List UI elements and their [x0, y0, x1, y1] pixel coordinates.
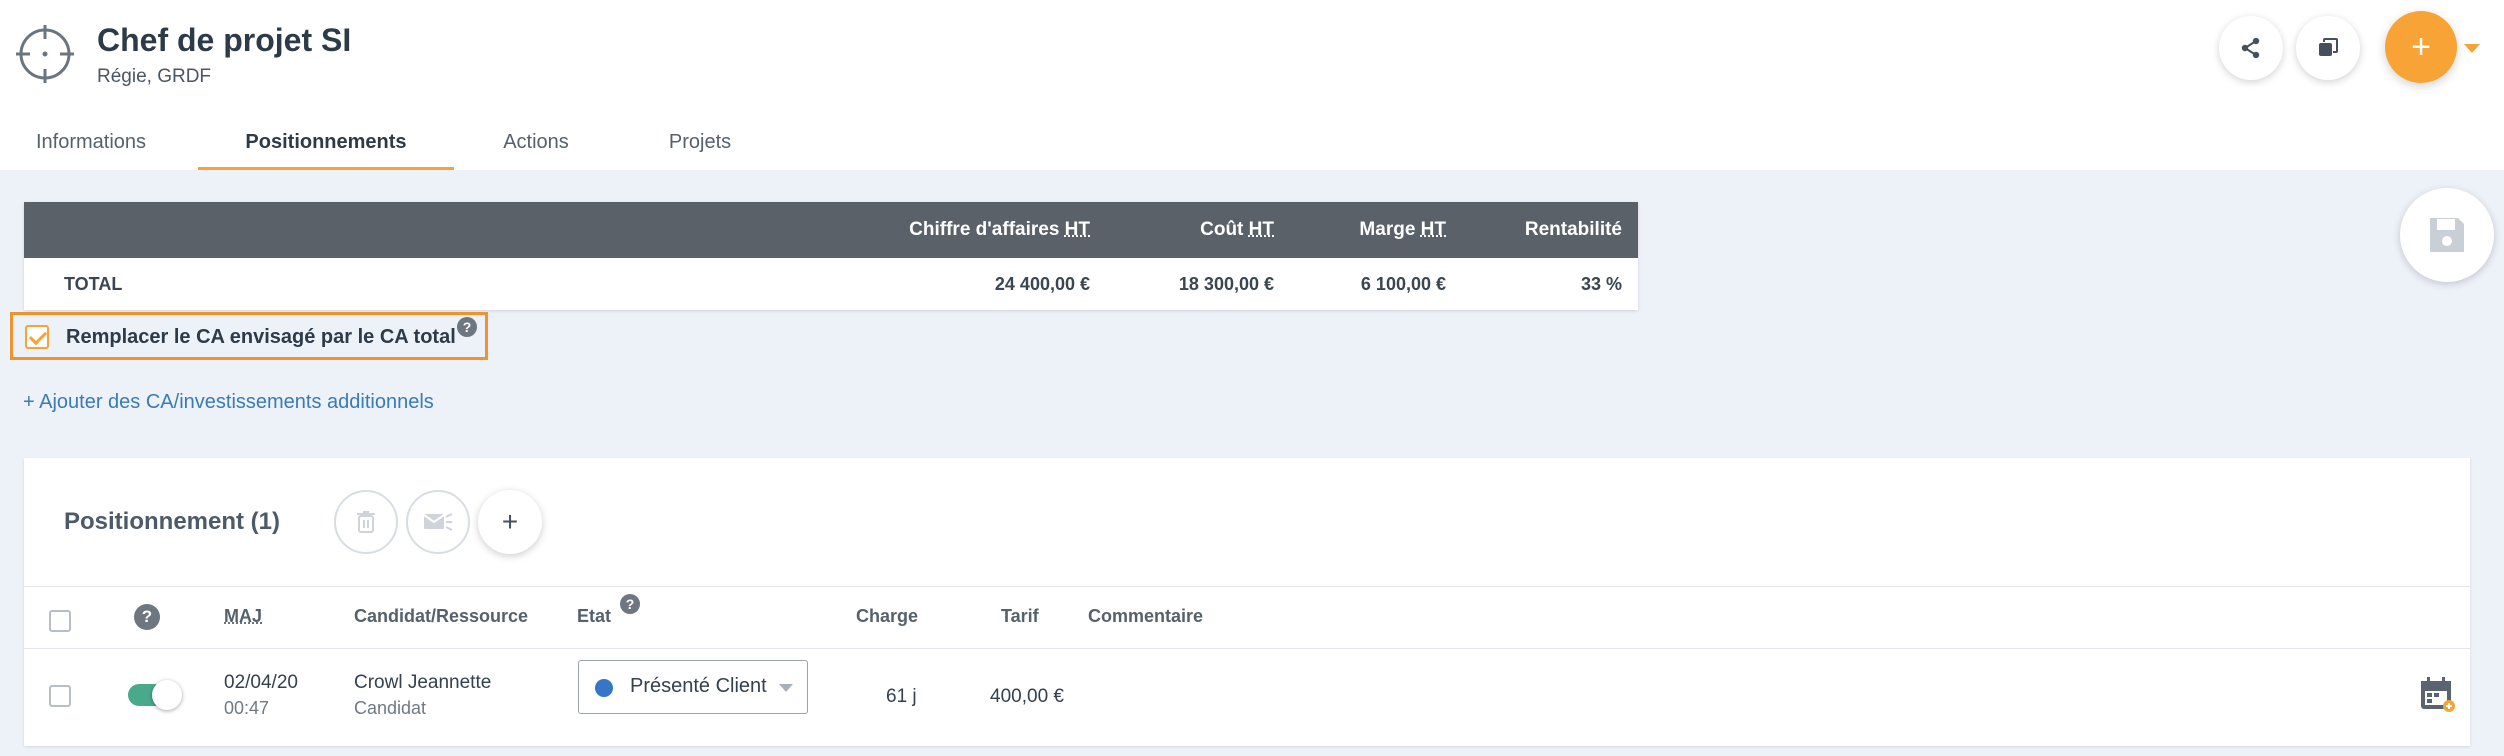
duplicate-button[interactable]: [2296, 16, 2360, 80]
create-dropdown-caret-icon[interactable]: [2464, 44, 2480, 53]
chevron-down-icon: [779, 684, 793, 692]
replace-ca-checkbox[interactable]: [25, 325, 49, 349]
copy-icon: [2319, 38, 2338, 56]
page-header: Chef de projet SI Régie, GRDF + Informat…: [0, 0, 2504, 170]
total-cout: 18 300,00 €: [1178, 274, 1274, 294]
crosshair-icon: [16, 25, 74, 83]
col-tarif[interactable]: Tarif: [1001, 606, 1039, 627]
row-checkbox[interactable]: [49, 685, 71, 707]
etat-select[interactable]: Présenté Client: [578, 660, 808, 714]
tab-informations[interactable]: Informations: [0, 120, 182, 170]
add-positionnement-button[interactable]: +: [478, 490, 542, 554]
trash-icon: [357, 511, 375, 533]
toggle-knob: [152, 680, 182, 710]
col-rentabilite: Rentabilité: [1524, 219, 1622, 240]
send-email-button[interactable]: [406, 490, 470, 554]
col-candidat[interactable]: Candidat/Ressource: [354, 606, 528, 627]
divider: [24, 586, 2470, 587]
total-marge: 6 100,00 €: [1360, 274, 1446, 294]
col-maj[interactable]: MAJ: [224, 606, 262, 627]
delete-button[interactable]: [334, 490, 398, 554]
add-additional-ca-link[interactable]: + Ajouter des CA/investissements additio…: [23, 391, 434, 414]
candidate-name-link[interactable]: Crowl Jeannette: [354, 672, 491, 694]
financial-summary-table: Chiffre d'affaires HT Coût HT Marge HT R…: [24, 202, 1638, 310]
etat-value: Présenté Client: [630, 675, 767, 697]
help-icon[interactable]: ?: [457, 317, 477, 337]
replace-ca-label[interactable]: Remplacer le CA envisagé par le CA total: [66, 326, 456, 349]
page-subtitle: Régie, GRDF: [97, 66, 212, 87]
col-commentaire[interactable]: Commentaire: [1088, 606, 1203, 627]
row-tarif: 400,00 €: [990, 686, 1064, 707]
active-toggle[interactable]: [128, 680, 182, 710]
help-icon[interactable]: ?: [620, 594, 640, 614]
replace-ca-option: Remplacer le CA envisagé par le CA total…: [10, 312, 488, 360]
create-button[interactable]: +: [2385, 11, 2457, 83]
tab-positionnements[interactable]: Positionnements: [198, 120, 454, 170]
status-dot-icon: [595, 679, 613, 697]
select-all-checkbox[interactable]: [49, 610, 71, 632]
col-chiffre-affaires: Chiffre d'affaires HT: [909, 219, 1090, 240]
total-ca: 24 400,00 €: [994, 274, 1090, 294]
page-title: Chef de projet SI: [97, 22, 352, 58]
row-time: 00:47: [224, 698, 270, 718]
divider: [24, 648, 2470, 649]
tab-actions[interactable]: Actions: [470, 120, 602, 170]
total-rentabilite: 33 %: [1580, 274, 1622, 294]
help-icon[interactable]: ?: [134, 604, 160, 630]
row-date: 02/04/20: [224, 672, 298, 693]
save-button[interactable]: [2400, 188, 2494, 282]
floppy-disk-icon: [2430, 218, 2464, 252]
share-icon: [2241, 37, 2260, 59]
email-send-icon: [423, 513, 453, 531]
tab-projets[interactable]: Projets: [630, 120, 770, 170]
total-label: TOTAL: [64, 274, 123, 294]
col-marge: Marge HT: [1359, 219, 1446, 240]
share-button[interactable]: [2219, 16, 2283, 80]
positionnement-title: Positionnement (1): [64, 508, 281, 535]
col-cout: Coût HT: [1200, 219, 1274, 240]
calendar-action-icon[interactable]: [2418, 674, 2458, 714]
positionnement-card: Positionnement (1) + ? MAJ Candidat/Ress…: [24, 458, 2470, 746]
row-charge: 61 j: [886, 686, 917, 707]
candidate-type: Candidat: [354, 698, 427, 718]
col-charge[interactable]: Charge: [856, 606, 918, 627]
col-etat[interactable]: Etat: [577, 606, 611, 627]
summary-header: Chiffre d'affaires HT Coût HT Marge HT R…: [24, 202, 1638, 258]
